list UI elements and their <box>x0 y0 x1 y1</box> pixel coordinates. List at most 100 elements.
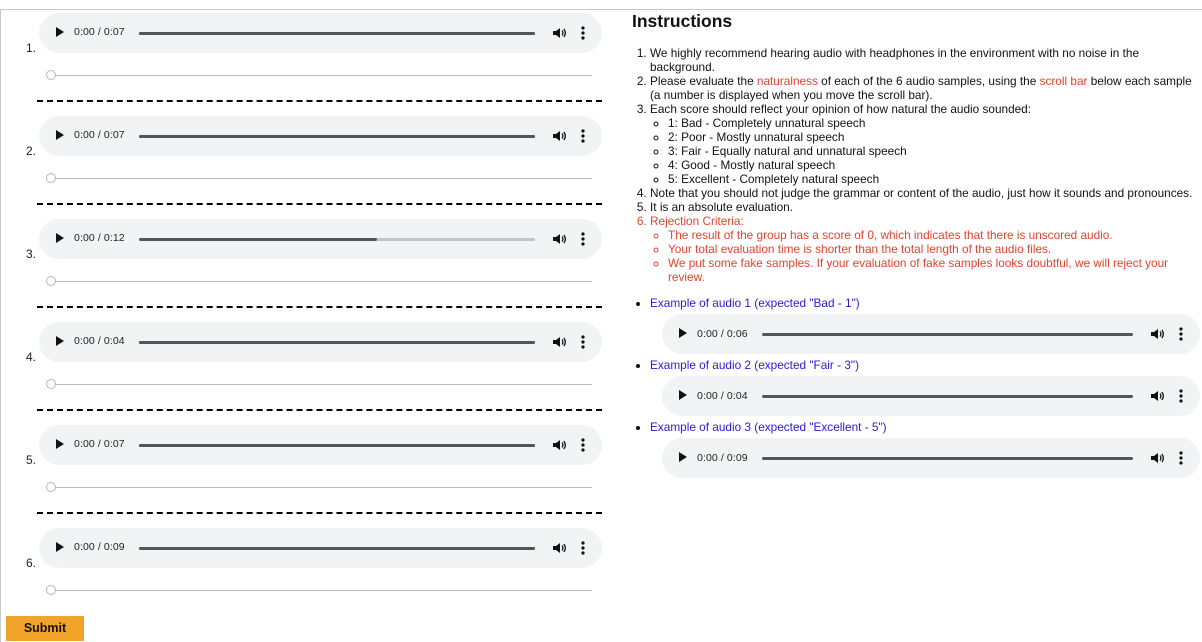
instructions-title: Instructions <box>632 11 733 31</box>
rejection-criteria-heading: Rejection Criteria: <box>650 214 744 228</box>
volume-icon[interactable] <box>1150 451 1164 465</box>
example-item: Example of audio 3 (expected "Excellent … <box>650 420 1200 478</box>
audio-time: 0:00 / 0:06 <box>697 328 748 340</box>
more-options-icon[interactable] <box>581 25 585 41</box>
score-slider[interactable] <box>46 173 592 185</box>
example-audio-player[interactable]: 0:00 / 0:04 <box>662 376 1200 416</box>
volume-icon[interactable] <box>552 232 566 246</box>
volume-icon[interactable] <box>1150 389 1164 403</box>
slider-knob[interactable] <box>46 276 56 286</box>
audio-seek-fill <box>139 547 535 550</box>
play-icon[interactable] <box>56 130 64 140</box>
sample-number: 4. <box>26 350 37 364</box>
slider-rail <box>46 75 592 76</box>
volume-icon[interactable] <box>552 129 566 143</box>
slider-knob[interactable] <box>46 173 56 183</box>
play-icon[interactable] <box>679 328 687 338</box>
sample-5: 5. 0:00 / 0:07 <box>0 422 604 525</box>
score-slider[interactable] <box>46 276 592 288</box>
example-link[interactable]: Example of audio 2 (expected "Fair - 3") <box>650 358 859 372</box>
audio-time: 0:00 / 0:07 <box>74 438 125 450</box>
score-item: 1: Bad - Completely unnatural speech <box>668 116 1200 130</box>
score-slider[interactable] <box>46 585 592 597</box>
audio-time: 0:00 / 0:12 <box>74 232 125 244</box>
more-options-icon[interactable] <box>1179 450 1183 466</box>
audio-player[interactable]: 0:00 / 0:07 <box>39 13 602 53</box>
audio-player[interactable]: 0:00 / 0:09 <box>39 528 602 568</box>
audio-seek-bar[interactable] <box>762 333 1133 336</box>
slider-knob[interactable] <box>46 482 56 492</box>
more-options-icon[interactable] <box>581 334 585 350</box>
audio-player[interactable]: 0:00 / 0:07 <box>39 116 602 156</box>
audio-player[interactable]: 0:00 / 0:07 <box>39 425 602 465</box>
audio-seek-bar[interactable] <box>139 135 535 138</box>
audio-seek-fill <box>139 32 535 35</box>
audio-seek-bar[interactable] <box>139 238 535 241</box>
volume-icon[interactable] <box>552 335 566 349</box>
example-item: Example of audio 1 (expected "Bad - 1") … <box>650 296 1200 354</box>
audio-player[interactable]: 0:00 / 0:12 <box>39 219 602 259</box>
volume-icon[interactable] <box>552 541 566 555</box>
audio-seek-bar[interactable] <box>762 395 1133 398</box>
more-options-icon[interactable] <box>581 128 585 144</box>
slider-rail <box>46 281 592 282</box>
audio-time: 0:00 / 0:04 <box>697 390 748 402</box>
instruction-1: We highly recommend hearing audio with h… <box>650 46 1200 74</box>
audio-seek-bar[interactable] <box>139 547 535 550</box>
instruction-2-text: of each of the 6 audio samples, using th… <box>817 74 1040 88</box>
play-icon[interactable] <box>679 390 687 400</box>
audio-time: 0:00 / 0:07 <box>74 129 125 141</box>
example-link[interactable]: Example of audio 3 (expected "Excellent … <box>650 420 887 434</box>
play-icon[interactable] <box>56 542 64 552</box>
slider-knob[interactable] <box>46 379 56 389</box>
more-options-icon[interactable] <box>1179 388 1183 404</box>
audio-time: 0:00 / 0:04 <box>74 335 125 347</box>
audio-seek-bar[interactable] <box>762 457 1133 460</box>
score-slider[interactable] <box>46 379 592 391</box>
play-icon[interactable] <box>56 233 64 243</box>
instructions-panel: Instructions We highly recommend hearing… <box>632 10 1200 482</box>
more-options-icon[interactable] <box>1179 326 1183 342</box>
sample-number: 2. <box>26 144 37 158</box>
audio-time: 0:00 / 0:07 <box>74 26 125 38</box>
play-icon[interactable] <box>679 452 687 462</box>
example-audio-player[interactable]: 0:00 / 0:09 <box>662 438 1200 478</box>
rejection-list: The result of the group has a score of 0… <box>650 228 1200 284</box>
more-options-icon[interactable] <box>581 437 585 453</box>
audio-player[interactable]: 0:00 / 0:04 <box>39 322 602 362</box>
play-icon[interactable] <box>56 439 64 449</box>
audio-seek-fill <box>139 135 535 138</box>
audio-seek-bar[interactable] <box>139 444 535 447</box>
instruction-3-text: Each score should reflect your opinion o… <box>650 102 1032 116</box>
slider-knob[interactable] <box>46 70 56 80</box>
score-slider[interactable] <box>46 482 592 494</box>
more-options-icon[interactable] <box>581 231 585 247</box>
more-options-icon[interactable] <box>581 540 585 556</box>
separator <box>37 203 602 205</box>
volume-icon[interactable] <box>552 438 566 452</box>
instruction-6: Rejection Criteria: The result of the gr… <box>650 214 1200 284</box>
volume-icon[interactable] <box>1150 327 1164 341</box>
sample-number: 1. <box>26 41 37 55</box>
score-slider[interactable] <box>46 70 592 82</box>
scroll-bar-highlight: scroll bar <box>1039 74 1088 88</box>
slider-knob[interactable] <box>46 585 56 595</box>
submit-button[interactable]: Submit <box>6 616 84 641</box>
audio-seek-bar[interactable] <box>139 341 535 344</box>
instruction-3: Each score should reflect your opinion o… <box>650 102 1200 186</box>
slider-rail <box>46 487 592 488</box>
sample-1: 1. 0:00 / 0:07 <box>0 10 604 113</box>
play-icon[interactable] <box>56 27 64 37</box>
example-audio-player[interactable]: 0:00 / 0:06 <box>662 314 1200 354</box>
play-icon[interactable] <box>56 336 64 346</box>
rejection-item: Your total evaluation time is shorter th… <box>668 242 1200 256</box>
instruction-2: Please evaluate the naturalness of each … <box>650 74 1200 102</box>
audio-seek-bar[interactable] <box>139 32 535 35</box>
separator <box>37 100 602 102</box>
instruction-2-text: Please evaluate the <box>650 74 757 88</box>
score-scale-list: 1: Bad - Completely unnatural speech 2: … <box>650 116 1200 186</box>
volume-icon[interactable] <box>552 26 566 40</box>
example-link[interactable]: Example of audio 1 (expected "Bad - 1") <box>650 296 860 310</box>
sample-number: 3. <box>26 247 37 261</box>
slider-rail <box>46 384 592 385</box>
